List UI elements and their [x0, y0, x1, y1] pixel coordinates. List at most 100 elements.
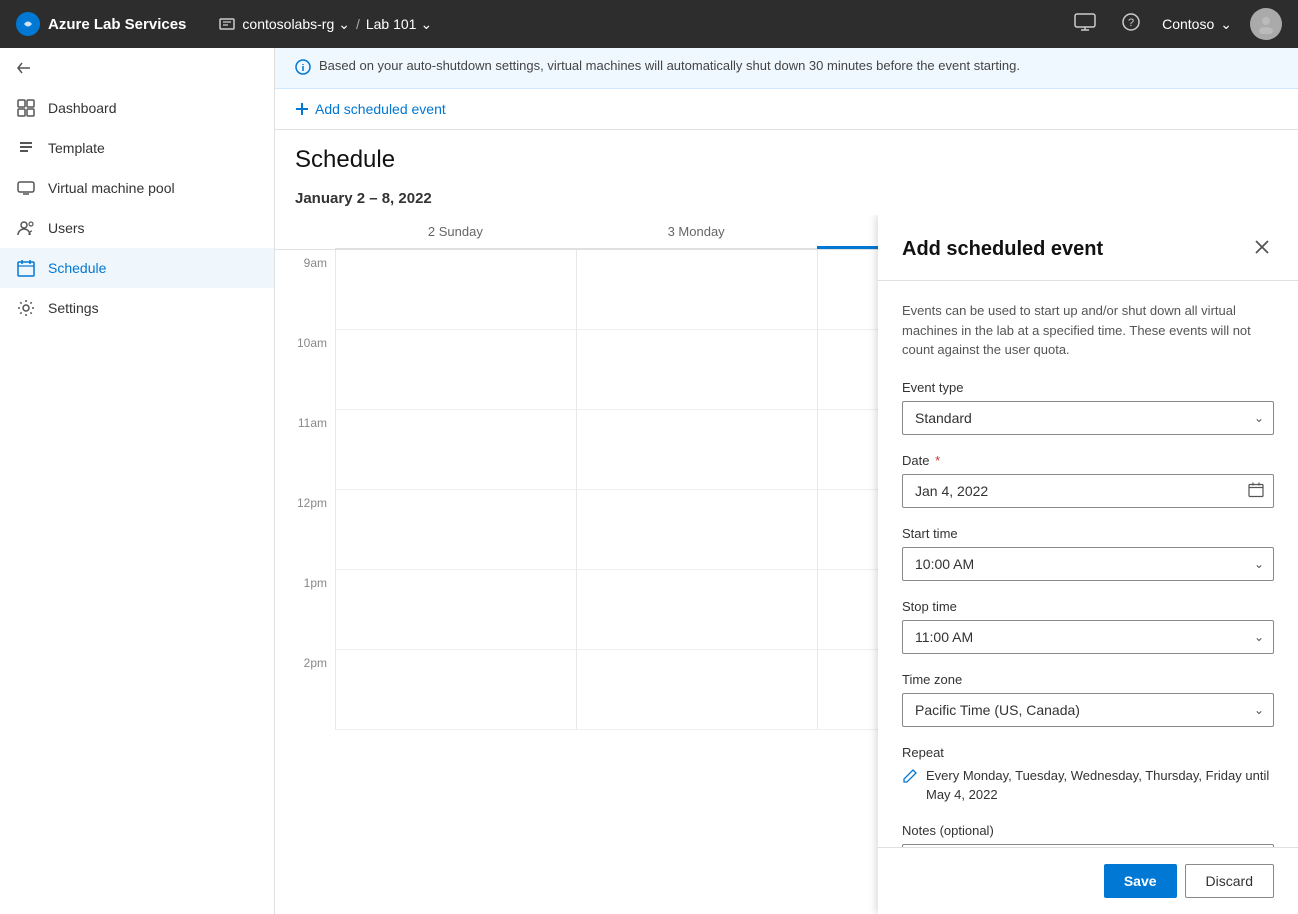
- time-zone-label: Time zone: [902, 672, 1274, 687]
- time-label: 9am: [275, 250, 335, 330]
- panel-title: Add scheduled event: [902, 238, 1103, 261]
- day-header-sunday: 2 Sunday: [335, 215, 576, 249]
- event-type-select-wrapper: Standard Lab only ⌄: [902, 401, 1274, 435]
- date-group: Date *: [902, 453, 1274, 508]
- panel-footer: Save Discard: [878, 847, 1298, 914]
- svg-text:?: ?: [1128, 17, 1134, 29]
- sidebar-item-schedule[interactable]: Schedule: [0, 248, 274, 288]
- repeat-group: Repeat Every Monday, Tuesday, Wednesday,…: [902, 745, 1274, 805]
- day-cell: [335, 490, 576, 570]
- day-cell: [576, 410, 817, 490]
- topnav: Azure Lab Services contosolabs-rg ⌄ / La…: [0, 0, 1298, 48]
- event-type-select[interactable]: Standard Lab only: [902, 401, 1274, 435]
- start-time-select[interactable]: 9:00 AM 10:00 AM 11:00 AM 12:00 PM: [902, 547, 1274, 581]
- start-time-select-wrapper: 9:00 AM 10:00 AM 11:00 AM 12:00 PM ⌄: [902, 547, 1274, 581]
- date-input[interactable]: [902, 474, 1274, 508]
- dashboard-icon: [16, 98, 36, 118]
- calendar-area: 2 Sunday 3 Monday 4 Tuesday 5 Wednesday …: [275, 215, 1298, 914]
- time-label: 10am: [275, 330, 335, 410]
- info-message: Based on your auto-shutdown settings, vi…: [319, 58, 1020, 73]
- stop-time-label: Stop time: [902, 599, 1274, 614]
- breadcrumb-group[interactable]: contosolabs-rg ⌄: [242, 16, 350, 33]
- day-cell: [335, 570, 576, 650]
- time-zone-select-wrapper: Pacific Time (US, Canada) Eastern Time (…: [902, 693, 1274, 727]
- user-menu[interactable]: Contoso ⌄: [1162, 16, 1232, 33]
- resource-group-icon: [218, 15, 236, 33]
- sidebar-item-vm-pool[interactable]: Virtual machine pool: [0, 168, 274, 208]
- settings-icon: [16, 298, 36, 318]
- schedule-action-bar: Add scheduled event: [275, 89, 1298, 130]
- content-area: Based on your auto-shutdown settings, vi…: [275, 48, 1298, 914]
- repeat-text: Every Monday, Tuesday, Wednesday, Thursd…: [926, 766, 1274, 805]
- sidebar-item-dashboard[interactable]: Dashboard: [0, 88, 274, 128]
- stop-time-group: Stop time 10:00 AM 11:00 AM 12:00 PM ⌄: [902, 599, 1274, 654]
- start-time-group: Start time 9:00 AM 10:00 AM 11:00 AM 12:…: [902, 526, 1274, 581]
- repeat-edit-icon[interactable]: [902, 768, 918, 789]
- breadcrumb-lab[interactable]: Lab 101 ⌄: [366, 16, 432, 33]
- app-logo: Azure Lab Services: [16, 12, 186, 36]
- avatar[interactable]: [1250, 8, 1282, 40]
- schedule-title: Schedule: [295, 146, 1278, 174]
- panel-header: Add scheduled event: [878, 215, 1298, 281]
- time-label: 1pm: [275, 570, 335, 650]
- day-header-monday: 3 Monday: [576, 215, 817, 249]
- add-icon: [295, 102, 309, 116]
- discard-button[interactable]: Discard: [1185, 864, 1274, 898]
- add-scheduled-event-panel: Add scheduled event Events can be used t…: [878, 215, 1298, 914]
- sidebar-nav: Dashboard Template Virtual machine pool …: [0, 88, 274, 914]
- breadcrumb: contosolabs-rg ⌄ / Lab 101 ⌄: [218, 15, 432, 33]
- sidebar-item-label: Schedule: [48, 260, 106, 276]
- day-cell: [335, 330, 576, 410]
- monitor-button[interactable]: [1070, 9, 1100, 40]
- panel-body: Events can be used to start up and/or sh…: [878, 281, 1298, 847]
- notes-group: Notes (optional): [902, 823, 1274, 848]
- day-cell: [335, 250, 576, 330]
- day-cell: [576, 570, 817, 650]
- help-button[interactable]: ?: [1118, 9, 1144, 40]
- calendar-icon[interactable]: [1248, 481, 1264, 500]
- sidebar: Dashboard Template Virtual machine pool …: [0, 48, 275, 914]
- day-cell: [576, 490, 817, 570]
- sidebar-item-label: Template: [48, 140, 105, 156]
- day-cell: [576, 250, 817, 330]
- template-icon: [16, 138, 36, 158]
- event-type-group: Event type Standard Lab only ⌄: [902, 380, 1274, 435]
- start-time-label: Start time: [902, 526, 1274, 541]
- info-icon: [295, 59, 311, 78]
- save-button[interactable]: Save: [1104, 864, 1177, 898]
- day-cell: [335, 650, 576, 730]
- day-cell: [335, 410, 576, 490]
- event-type-label: Event type: [902, 380, 1274, 395]
- logo-icon: [16, 12, 40, 36]
- sidebar-collapse-button[interactable]: [0, 48, 274, 88]
- stop-time-select-wrapper: 10:00 AM 11:00 AM 12:00 PM ⌄: [902, 620, 1274, 654]
- time-label: 12pm: [275, 490, 335, 570]
- info-bar: Based on your auto-shutdown settings, vi…: [275, 48, 1298, 89]
- time-zone-select[interactable]: Pacific Time (US, Canada) Eastern Time (…: [902, 693, 1274, 727]
- repeat-row: Every Monday, Tuesday, Wednesday, Thursd…: [902, 766, 1274, 805]
- sidebar-item-label: Dashboard: [48, 100, 117, 116]
- panel-close-button[interactable]: [1250, 235, 1274, 264]
- schedule-date-range: January 2 – 8, 2022: [275, 182, 1298, 215]
- sidebar-item-label: Settings: [48, 300, 99, 316]
- date-input-wrapper: [902, 474, 1274, 508]
- main-layout: Dashboard Template Virtual machine pool …: [0, 48, 1298, 914]
- add-scheduled-event-button[interactable]: Add scheduled event: [295, 101, 446, 117]
- sidebar-item-label: Virtual machine pool: [48, 180, 175, 196]
- schedule-title-bar: Schedule: [275, 130, 1298, 182]
- time-label: 2pm: [275, 650, 335, 730]
- schedule-icon: [16, 258, 36, 278]
- repeat-label: Repeat: [902, 745, 1274, 760]
- time-col-header: [275, 215, 335, 249]
- sidebar-item-users[interactable]: Users: [0, 208, 274, 248]
- day-cell: [576, 330, 817, 410]
- time-label: 11am: [275, 410, 335, 490]
- day-cell: [576, 650, 817, 730]
- topnav-right: ? Contoso ⌄: [1070, 8, 1282, 40]
- sidebar-item-settings[interactable]: Settings: [0, 288, 274, 328]
- sidebar-item-template[interactable]: Template: [0, 128, 274, 168]
- sidebar-item-label: Users: [48, 220, 85, 236]
- stop-time-select[interactable]: 10:00 AM 11:00 AM 12:00 PM: [902, 620, 1274, 654]
- users-icon: [16, 218, 36, 238]
- time-zone-group: Time zone Pacific Time (US, Canada) East…: [902, 672, 1274, 727]
